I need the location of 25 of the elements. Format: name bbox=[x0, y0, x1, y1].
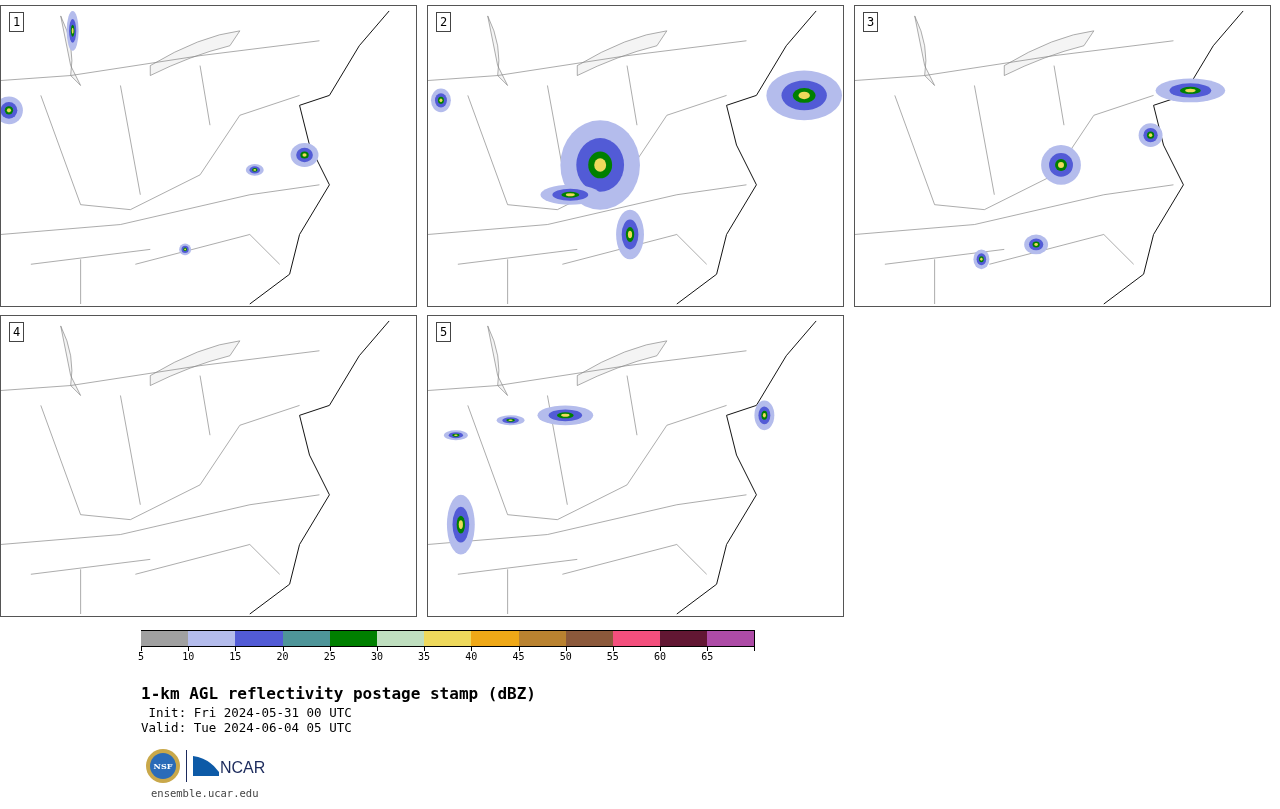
nsf-logo: NSF bbox=[146, 749, 180, 783]
panel-number: 1 bbox=[9, 12, 25, 32]
colorbar-tick-label: 25 bbox=[323, 651, 336, 663]
colorbar-tick-label: 40 bbox=[465, 651, 478, 663]
colorbar-tick-label: 5 bbox=[138, 651, 144, 663]
site-url: ensemble.ucar.edu bbox=[151, 787, 260, 799]
colorbar-tick-label: 15 bbox=[229, 651, 242, 663]
ncar-mark-icon bbox=[193, 756, 219, 776]
valid-time: Valid: Tue 2024-06-04 05 UTC bbox=[141, 720, 353, 735]
init-time: Init: Fri 2024-05-31 00 UTC bbox=[147, 705, 353, 720]
panel-number: 3 bbox=[863, 12, 879, 32]
panel-number: 2 bbox=[436, 12, 452, 32]
colorbar-tick-label: 50 bbox=[559, 651, 572, 663]
colorbar-tick-label: 30 bbox=[370, 651, 383, 663]
panel-number: 4 bbox=[9, 322, 25, 342]
colorbar-tick-label: 55 bbox=[606, 651, 619, 663]
colorbar-tick-label: 65 bbox=[701, 651, 714, 663]
colorbar-tick-label: 60 bbox=[654, 651, 667, 663]
colorbar-tick-label: 20 bbox=[276, 651, 289, 663]
colorbar-tick-label: 45 bbox=[512, 651, 525, 663]
colorbar-tick-label: 10 bbox=[182, 651, 195, 663]
panel-number: 5 bbox=[436, 322, 452, 342]
chart-title: 1-km AGL reflectivity postage stamp (dBZ) bbox=[141, 685, 537, 703]
colorbar-tick-label: 35 bbox=[418, 651, 431, 663]
ncar-logo: NCAR bbox=[193, 756, 266, 776]
